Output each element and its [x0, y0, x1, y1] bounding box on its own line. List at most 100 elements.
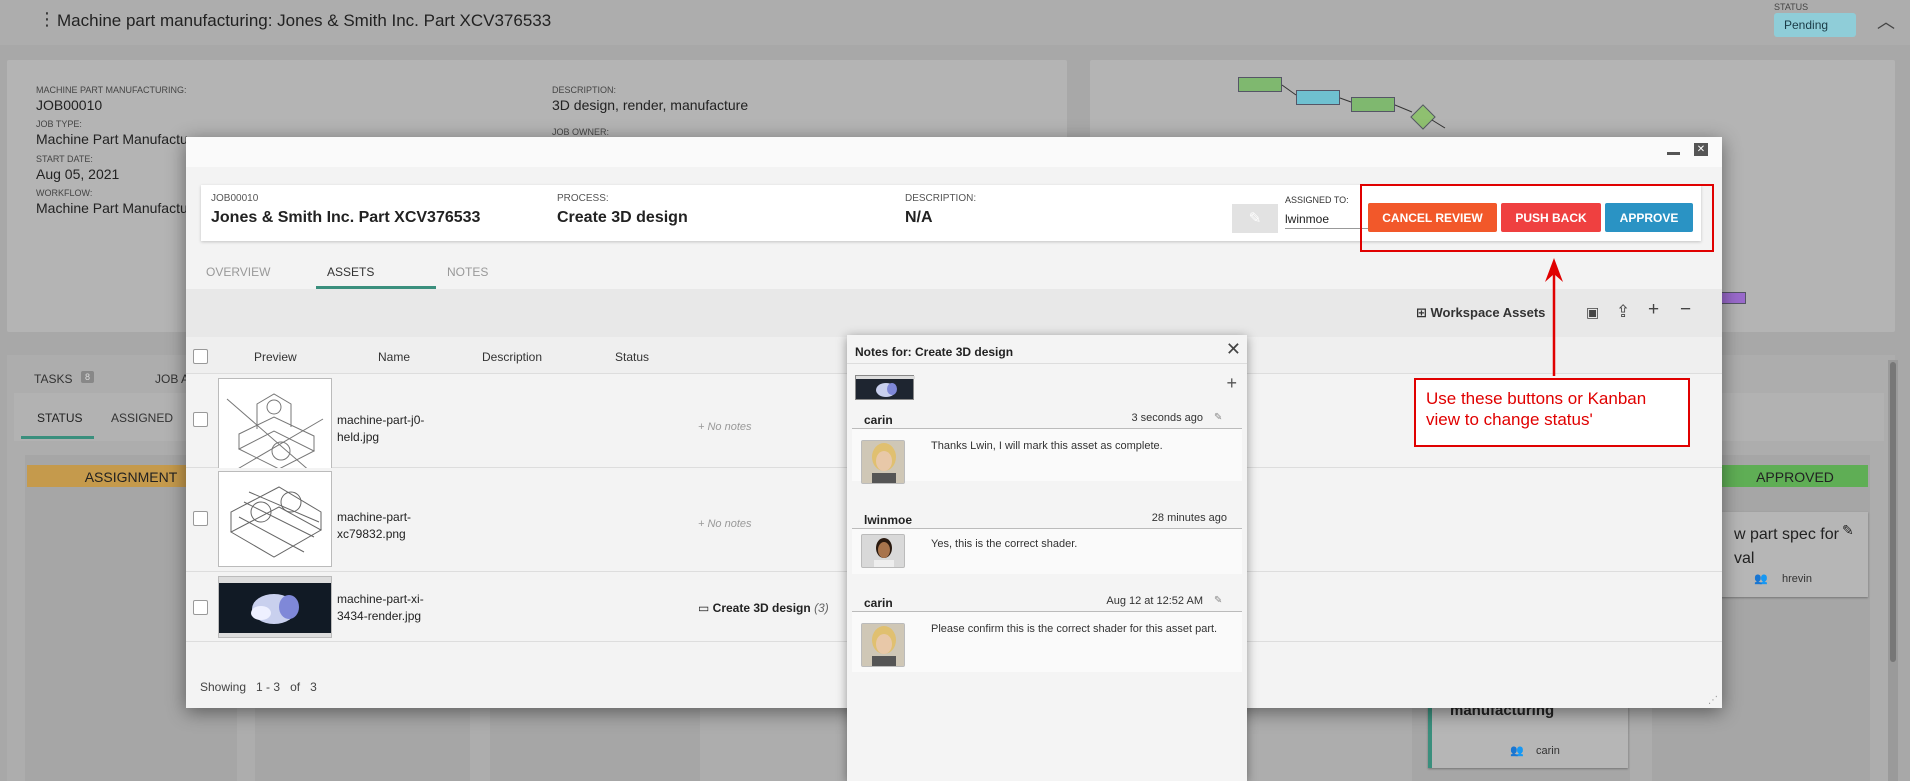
col-preview[interactable]: Preview	[254, 350, 297, 364]
assigned-to-label: ASSIGNED TO:	[1285, 195, 1349, 205]
workflow-label: WORKFLOW:	[36, 188, 93, 198]
asset-name[interactable]: machine-part-xc79832.png	[337, 509, 437, 543]
edit-note-icon[interactable]: ✎	[1214, 595, 1222, 606]
minus-icon[interactable]: −	[1680, 299, 1691, 321]
edit-note-icon[interactable]: ✎	[1214, 412, 1222, 423]
tab-assets[interactable]: ASSETS	[327, 265, 374, 279]
owner-label: JOB OWNER:	[552, 127, 610, 137]
paging-info: Showing 1 - 3 of 3	[200, 680, 317, 694]
jobtype-value: Machine Part Manufactu	[36, 131, 188, 147]
col-name[interactable]: Name	[378, 350, 410, 364]
workspace-assets-button[interactable]: ⊞ Workspace Assets	[1416, 305, 1545, 321]
chevron-up-icon[interactable]: ︿	[1877, 8, 1895, 34]
description-label: DESCRIPTION:	[905, 193, 977, 204]
of-label: of	[290, 680, 301, 694]
asset-notes-link[interactable]: ▭ Create 3D design (3)	[698, 601, 829, 615]
avatar	[861, 623, 905, 667]
resize-handle-icon[interactable]: ⋰	[1708, 695, 1718, 706]
kebab-menu-icon[interactable]: ⋮	[38, 10, 56, 28]
status-badge[interactable]: Pending	[1774, 13, 1856, 37]
col-status[interactable]: Status	[615, 350, 649, 364]
note-time: 28 minutes ago	[1151, 512, 1227, 524]
annotation-callout: Use these buttons or Kanban view to chan…	[1414, 378, 1690, 447]
grid-icon: ⊞	[1416, 305, 1431, 320]
card-title: w part spec for val	[1734, 526, 1839, 567]
notes-title: Notes for: Create 3D design	[855, 345, 1014, 359]
assigned-to-input[interactable]	[1285, 209, 1371, 229]
note-icon: ▭	[698, 601, 713, 615]
column-header: APPROVED	[1722, 465, 1868, 487]
note-body	[852, 612, 1242, 672]
close-icon[interactable]: ✕	[1694, 143, 1708, 156]
no-notes-text: No notes	[707, 421, 752, 433]
add-note-icon[interactable]: +	[1226, 373, 1237, 394]
row-checkbox[interactable]	[193, 511, 208, 526]
plus-icon[interactable]: +	[1648, 299, 1659, 321]
push-back-button[interactable]: PUSH BACK	[1501, 203, 1601, 232]
row-checkbox[interactable]	[193, 412, 208, 427]
tab-notes[interactable]: NOTES	[447, 265, 488, 279]
process-label: PROCESS:	[557, 193, 609, 204]
note-asset-thumbnail	[855, 375, 915, 400]
job-name: Jones & Smith Inc. Part XCV376533	[211, 209, 481, 226]
notes-count: (3)	[814, 601, 829, 615]
tab-overview[interactable]: OVERVIEW	[206, 265, 270, 279]
workspace-assets-label: Workspace Assets	[1430, 305, 1546, 320]
subtab-assigned[interactable]: ASSIGNED	[111, 411, 173, 425]
subtab-status[interactable]: STATUS	[37, 411, 83, 425]
board-tab-tasks[interactable]: TASKS	[34, 372, 72, 386]
board-tab-job-assets[interactable]: JOB A	[155, 372, 189, 386]
note-time: Aug 12 at 12:52 AM	[1106, 595, 1203, 607]
modal-tabs: OVERVIEW ASSETS NOTES	[186, 253, 1722, 289]
approve-button[interactable]: APPROVE	[1605, 203, 1693, 232]
note-time: 3 seconds ago	[1131, 412, 1203, 424]
no-notes-link[interactable]: + No notes	[698, 518, 752, 530]
mpm-label: MACHINE PART MANUFACTURING:	[36, 85, 187, 95]
kanban-card[interactable]: w part spec for val ✎ 👥 hrevin	[1712, 512, 1868, 597]
avatar	[861, 440, 905, 484]
modal-titlebar: ✕	[186, 137, 1722, 167]
minimize-icon[interactable]	[1667, 145, 1680, 155]
no-notes-link[interactable]: + No notes	[698, 421, 752, 433]
edit-icon[interactable]: ✎	[1842, 522, 1854, 539]
process-link-text: Create 3D design	[712, 601, 811, 615]
save-icon[interactable]: ▣	[1586, 304, 1599, 321]
tasks-count-badge: 8	[81, 371, 95, 383]
status-label: STATUS	[1774, 2, 1809, 12]
assets-toolbar: ⊞ Workspace Assets ▣ ⇪ + −	[186, 289, 1722, 337]
divider	[847, 363, 1247, 364]
note-body	[852, 429, 1242, 481]
note-text: Thanks Lwin, I will mark this asset as c…	[931, 440, 1163, 452]
edit-task-button[interactable]: ✎	[1232, 204, 1278, 233]
showing-label: Showing	[200, 680, 247, 694]
card-user: hrevin	[1782, 573, 1812, 585]
page-scrollbar[interactable]	[1888, 360, 1898, 781]
process-value: Create 3D design	[557, 209, 688, 226]
desc-label: DESCRIPTION:	[552, 85, 617, 95]
asset-name[interactable]: machine-part-j0-held.jpg	[337, 412, 437, 446]
col-description[interactable]: Description	[482, 350, 542, 364]
desc-value: 3D design, render, manufacture	[552, 97, 749, 113]
cancel-review-button[interactable]: CANCEL REVIEW	[1368, 203, 1497, 232]
render-thumbnail-icon	[856, 376, 915, 397]
select-all-checkbox[interactable]	[193, 349, 208, 364]
note-text: Please confirm this is the correct shade…	[931, 623, 1218, 635]
render-thumbnail-icon	[219, 577, 331, 637]
asset-thumbnail[interactable]	[218, 471, 332, 567]
mpm-value: JOB00010	[36, 97, 103, 113]
drawing-thumbnail-icon	[229, 486, 323, 558]
note-author: lwinmoe	[864, 513, 913, 527]
asset-name[interactable]: machine-part-xi-3434-render.jpg	[337, 591, 437, 625]
showing-range: 1 - 3	[256, 680, 281, 694]
users-icon: 👥	[1510, 745, 1524, 757]
row-checkbox[interactable]	[193, 600, 208, 615]
app-header: ⋮ Machine part manufacturing: Jones & Sm…	[0, 0, 1910, 45]
upload-icon[interactable]: ⇪	[1616, 302, 1630, 322]
asset-thumbnail[interactable]	[218, 576, 332, 638]
job-id: JOB00010	[211, 193, 259, 204]
start-label: START DATE:	[36, 154, 93, 164]
scrollbar-thumb[interactable]	[1890, 362, 1896, 662]
card-user: carin	[1536, 745, 1560, 757]
note-author: carin	[864, 413, 893, 427]
close-icon[interactable]: ✕	[1226, 339, 1241, 360]
